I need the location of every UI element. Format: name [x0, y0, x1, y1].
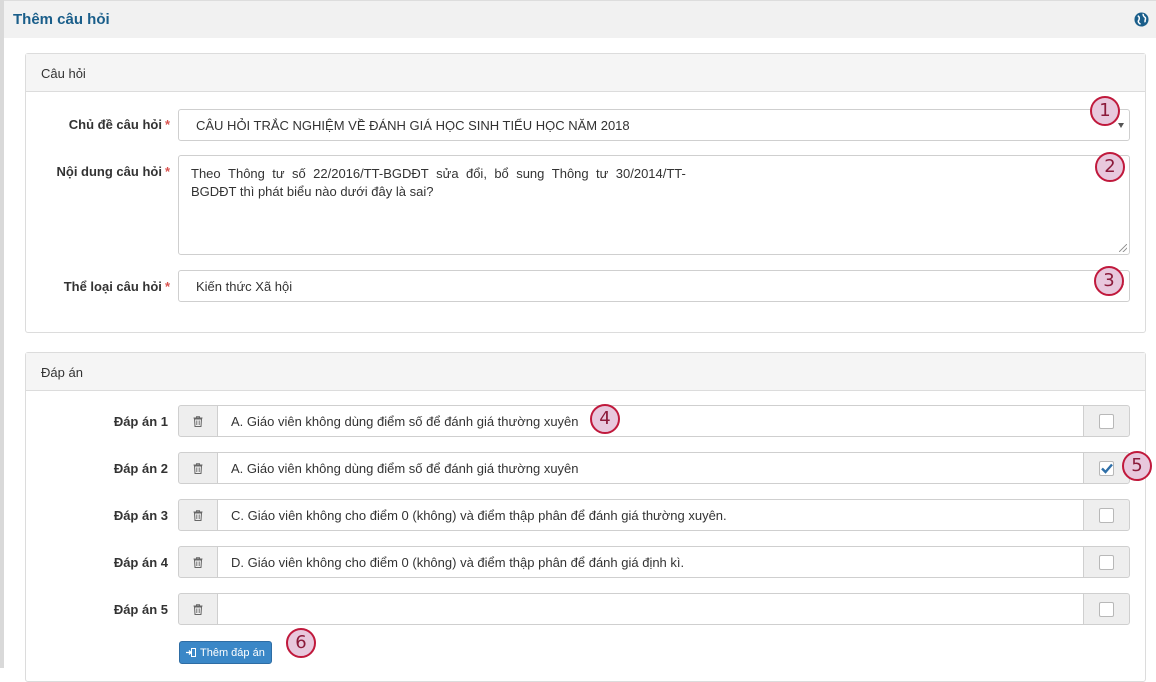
- answer-label: Đáp án 5: [113, 602, 168, 617]
- category-select-value: Kiến thức Xã hội: [196, 279, 293, 294]
- correct-answer-checkbox[interactable]: [1099, 414, 1114, 429]
- page-title: Thêm câu hỏi: [13, 11, 110, 28]
- correct-answer-checkbox[interactable]: [1099, 555, 1114, 570]
- trash-icon: [193, 604, 203, 615]
- answers-panel: Đáp án Đáp án 1 A. Giáo viên không dùng đ…: [25, 352, 1146, 682]
- page-header: Thêm câu hỏi: [4, 0, 1156, 38]
- resize-handle-icon[interactable]: [1119, 244, 1127, 252]
- topic-select-value: CÂU HỎI TRẮC NGHIỆM VỀ ĐÁNH GIÁ HỌC SINH…: [196, 118, 630, 133]
- annotation-marker: 5: [1122, 451, 1152, 481]
- delete-answer-button[interactable]: [178, 593, 218, 625]
- answer-input[interactable]: A. Giáo viên không dùng điểm số để đánh …: [217, 405, 1084, 437]
- content-word: sung: [516, 166, 545, 181]
- category-select[interactable]: Kiến thức Xã hội: [178, 270, 1130, 302]
- chevron-down-icon: [1118, 123, 1124, 128]
- required-mark: *: [164, 164, 170, 179]
- answer-row: A. Giáo viên không dùng điểm số để đánh …: [178, 452, 1130, 484]
- answer-input[interactable]: A. Giáo viên không dùng điểm số để đánh …: [217, 452, 1084, 484]
- answer-label: Đáp án 1: [113, 414, 168, 429]
- category-label: Thể loại câu hỏi *: [63, 279, 170, 294]
- required-mark: *: [164, 279, 170, 294]
- topic-label: Chủ đề câu hỏi *: [68, 117, 170, 132]
- content-word: sửa: [436, 166, 459, 181]
- annotation-marker: 1: [1090, 96, 1120, 126]
- answers-panel-title: Đáp án: [26, 353, 1145, 391]
- correct-answer-cell: [1083, 405, 1130, 437]
- answer-text: C. Giáo viên không cho điểm 0 (không) và…: [231, 508, 727, 523]
- answer-row: D. Giáo viên không cho điểm 0 (không) và…: [178, 546, 1130, 578]
- left-edge: [0, 0, 4, 668]
- required-mark: *: [164, 117, 170, 132]
- answer-label: Đáp án 4: [113, 555, 168, 570]
- content-word: Thông: [551, 166, 589, 181]
- content-line-1: Theo Thông tư số 22/2016/TT-BGDĐT sửa đổi, bổ su…: [191, 165, 686, 183]
- answer-row: C. Giáo viên không cho điểm 0 (không) và…: [178, 499, 1130, 531]
- content-label: Nội dung câu hỏi *: [56, 164, 171, 179]
- delete-answer-button[interactable]: [178, 405, 218, 437]
- annotation-marker: 6: [286, 628, 316, 658]
- answer-text: A. Giáo viên không dùng điểm số để đánh …: [231, 414, 579, 429]
- annotation-marker: 3: [1094, 266, 1124, 296]
- check-icon: [1101, 463, 1113, 474]
- correct-answer-checkbox[interactable]: [1099, 602, 1114, 617]
- trash-icon: [193, 510, 203, 521]
- annotation-marker: 4: [590, 404, 620, 434]
- answer-text: A. Giáo viên không dùng điểm số để đánh …: [231, 461, 579, 476]
- delete-answer-button[interactable]: [178, 546, 218, 578]
- question-panel-title: Câu hỏi: [26, 54, 1145, 92]
- trash-icon: [193, 463, 203, 474]
- answer-input[interactable]: [217, 593, 1084, 625]
- correct-answer-cell: [1083, 546, 1130, 578]
- add-answer-label: Thêm đáp án: [200, 646, 265, 659]
- content-word: tư: [272, 166, 285, 181]
- content-word: 30/2014/TT-: [615, 166, 686, 181]
- answer-row: [178, 593, 1130, 625]
- trash-icon: [193, 416, 203, 427]
- trash-icon: [193, 557, 203, 568]
- answer-label: Đáp án 3: [113, 508, 168, 523]
- answer-row: A. Giáo viên không dùng điểm số để đánh …: [178, 405, 1130, 437]
- content-word: số: [292, 166, 306, 181]
- content-word: bổ: [494, 166, 509, 181]
- add-answer-button[interactable]: Thêm đáp án: [179, 641, 272, 664]
- delete-answer-button[interactable]: [178, 499, 218, 531]
- answer-input[interactable]: D. Giáo viên không cho điểm 0 (không) và…: [217, 546, 1084, 578]
- sign-in-icon: [186, 648, 196, 657]
- annotation-marker: 2: [1095, 152, 1125, 182]
- correct-answer-checkbox[interactable]: [1099, 508, 1114, 523]
- question-panel: Câu hỏi Chủ đề câu hỏi * CÂU HỎI TRẮC NGH…: [25, 53, 1146, 333]
- content-word: tư: [596, 166, 609, 181]
- content-word: đổi,: [465, 166, 487, 181]
- correct-answer-cell: [1083, 499, 1130, 531]
- content-word: Theo: [191, 166, 221, 181]
- content-word: 22/2016/TT-BGDĐT: [313, 166, 429, 181]
- topic-select[interactable]: CÂU HỎI TRẮC NGHIỆM VỀ ĐÁNH GIÁ HỌC SINH…: [178, 109, 1130, 141]
- answer-label: Đáp án 2: [113, 461, 168, 476]
- answer-text: D. Giáo viên không cho điểm 0 (không) và…: [231, 555, 685, 570]
- content-textarea[interactable]: Theo Thông tư số 22/2016/TT-BGDĐT sửa đổi, bổ su…: [178, 155, 1130, 255]
- globe-icon[interactable]: [1134, 12, 1149, 27]
- content-word: Thông: [228, 166, 265, 181]
- correct-answer-checkbox[interactable]: [1099, 461, 1114, 476]
- content-line-2: BGDĐT thì phát biểu nào dưới đây là sai?: [191, 184, 434, 199]
- delete-answer-button[interactable]: [178, 452, 218, 484]
- answer-input[interactable]: C. Giáo viên không cho điểm 0 (không) và…: [217, 499, 1084, 531]
- correct-answer-cell: [1083, 593, 1130, 625]
